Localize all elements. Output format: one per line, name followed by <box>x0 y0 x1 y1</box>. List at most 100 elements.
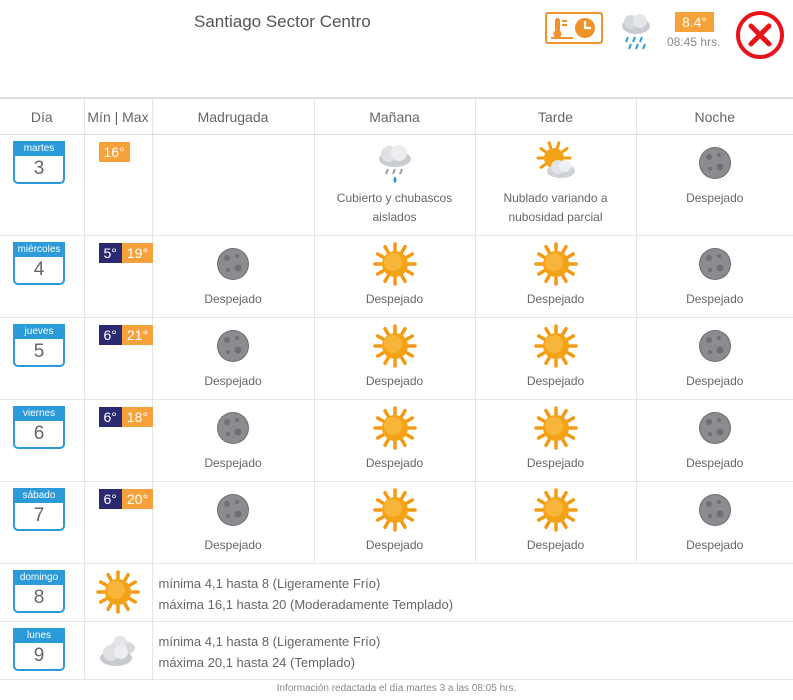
period-cell: Despejado <box>313 235 475 318</box>
rain-cloud-icon <box>378 145 411 183</box>
thermometer-clock-icon <box>551 18 595 39</box>
moon-icon <box>698 494 731 526</box>
summary-icon-cell <box>83 621 152 680</box>
period-cell: Despejado <box>474 399 636 482</box>
summary-max: máxima 20,1 hasta 24 (Templado) <box>158 655 356 670</box>
forecast-row: martes 3 16° Cubierto y chubascos aislado… <box>0 134 793 236</box>
weather-description: Despejado <box>686 191 744 205</box>
weather-description: Despejado <box>686 456 744 470</box>
minmax-cell: 6° 20° <box>83 481 154 564</box>
close-icon <box>736 11 784 59</box>
day-number: 6 <box>33 423 45 444</box>
day-name: sábado <box>15 490 63 503</box>
sun-icon <box>533 406 578 450</box>
col-tarde: Tarde <box>474 97 636 135</box>
temp-min: 6° <box>98 407 122 427</box>
sun-icon <box>372 324 417 368</box>
sun-icon <box>533 242 578 286</box>
weather-description: Despejado <box>365 456 424 470</box>
weather-description: Cubierto y chubascos aislados <box>336 191 453 224</box>
day-badge: jueves 5 <box>13 324 65 367</box>
sun-icon <box>372 406 417 450</box>
period-cell: Despejado <box>635 134 793 236</box>
forecast-row: miércoles 4 5° 19° Despejado Despejado Despe… <box>0 235 793 318</box>
weather-description: Despejado <box>365 292 424 306</box>
minmax-cell: 6° 21° <box>83 317 154 400</box>
col-dia: Día <box>0 97 84 135</box>
day-name: lunes <box>15 630 63 643</box>
cloudy-icon <box>100 636 135 666</box>
summary-cell: mínima 4,1 hasta 8 (Ligeramente Frío) má… <box>151 563 793 622</box>
close-button[interactable] <box>735 10 785 60</box>
day-cell: sábado 7 <box>0 481 84 564</box>
minmax-cell: 5° 19° <box>83 235 154 318</box>
summary-icon-cell <box>83 563 152 622</box>
temp-min: 5° <box>98 243 122 263</box>
day-badge: viernes 6 <box>13 406 65 449</box>
weather-description: Despejado <box>365 374 424 388</box>
sun-icon <box>372 242 417 286</box>
table-header-row: Día Mín | Max Madrugada Mañana Tarde Noc… <box>0 97 793 135</box>
day-cell: lunes 9 <box>0 621 84 680</box>
footer-note: Información redactada el día martes 3 a … <box>276 683 517 694</box>
period-cell: Despejado <box>635 481 793 564</box>
weather-description: Despejado <box>686 374 744 388</box>
temp-max: 18° <box>121 407 154 427</box>
thermometer-clock-button[interactable] <box>545 12 603 44</box>
minmax-cell: 16° <box>83 134 152 236</box>
weather-description: Despejado <box>204 374 262 388</box>
temp-max: 19° <box>121 243 154 263</box>
rain-cloud-icon <box>622 14 650 50</box>
col-minmax: Mín | Max <box>83 97 152 135</box>
day-name: martes <box>15 143 63 156</box>
day-number: 3 <box>33 158 45 179</box>
moon-icon <box>217 494 249 526</box>
period-cell: Despejado <box>474 481 636 564</box>
period-cell: Despejado <box>635 317 793 400</box>
period-cell: Despejado <box>313 317 475 400</box>
period-cell: Despejado <box>635 399 793 482</box>
minmax-cell: 6° 18° <box>83 399 154 482</box>
weather-description: Despejado <box>686 538 744 552</box>
day-number: 5 <box>33 341 45 362</box>
day-badge: lunes 9 <box>13 628 65 671</box>
sun-cloud-icon <box>536 141 575 178</box>
weather-description: Despejado <box>686 292 744 306</box>
day-cell: jueves 5 <box>0 317 84 400</box>
weather-description: Despejado <box>526 538 585 552</box>
day-number: 4 <box>33 259 45 280</box>
weather-description: Despejado <box>204 292 262 306</box>
period-cell: Despejado <box>635 235 793 318</box>
day-number: 7 <box>33 505 45 526</box>
moon-icon <box>698 412 731 444</box>
day-badge: miércoles 4 <box>13 242 65 285</box>
moon-icon <box>217 412 249 444</box>
summary-min: mínima 4,1 hasta 8 (Ligeramente Frío) <box>158 634 381 649</box>
forecast-row: viernes 6 6° 18° Despejado Despejado Despeja… <box>0 399 793 482</box>
location-title: Santiago Sector Centro <box>194 12 371 31</box>
moon-icon <box>698 330 731 362</box>
temp-min: 6° <box>98 489 122 509</box>
day-name: domingo <box>15 572 63 585</box>
temp-max: 21° <box>121 325 154 345</box>
weather-description: Despejado <box>526 374 585 388</box>
temp-max: 16° <box>98 142 130 162</box>
day-badge: sábado 7 <box>13 488 65 531</box>
period-cell: Cubierto y chubascos aislados <box>313 134 475 236</box>
col-madrugada: Madrugada <box>151 97 314 135</box>
moon-icon <box>698 147 731 179</box>
sun-icon <box>96 570 140 614</box>
moon-icon <box>217 330 249 362</box>
day-badge: domingo 8 <box>13 570 65 613</box>
weather-description: Despejado <box>526 456 585 470</box>
weather-description: Despejado <box>526 292 585 306</box>
period-cell: Despejado <box>313 399 475 482</box>
forecast-row: jueves 5 6° 21° Despejado Despejado Despejad… <box>0 317 793 400</box>
summary-min: mínima 4,1 hasta 8 (Ligeramente Frío) <box>158 576 381 591</box>
moon-icon <box>217 248 249 280</box>
period-cell: Despejado <box>151 235 314 318</box>
day-cell: viernes 6 <box>0 399 84 482</box>
period-cell: Despejado <box>313 481 475 564</box>
day-name: viernes <box>15 408 63 421</box>
day-number: 9 <box>33 645 45 666</box>
